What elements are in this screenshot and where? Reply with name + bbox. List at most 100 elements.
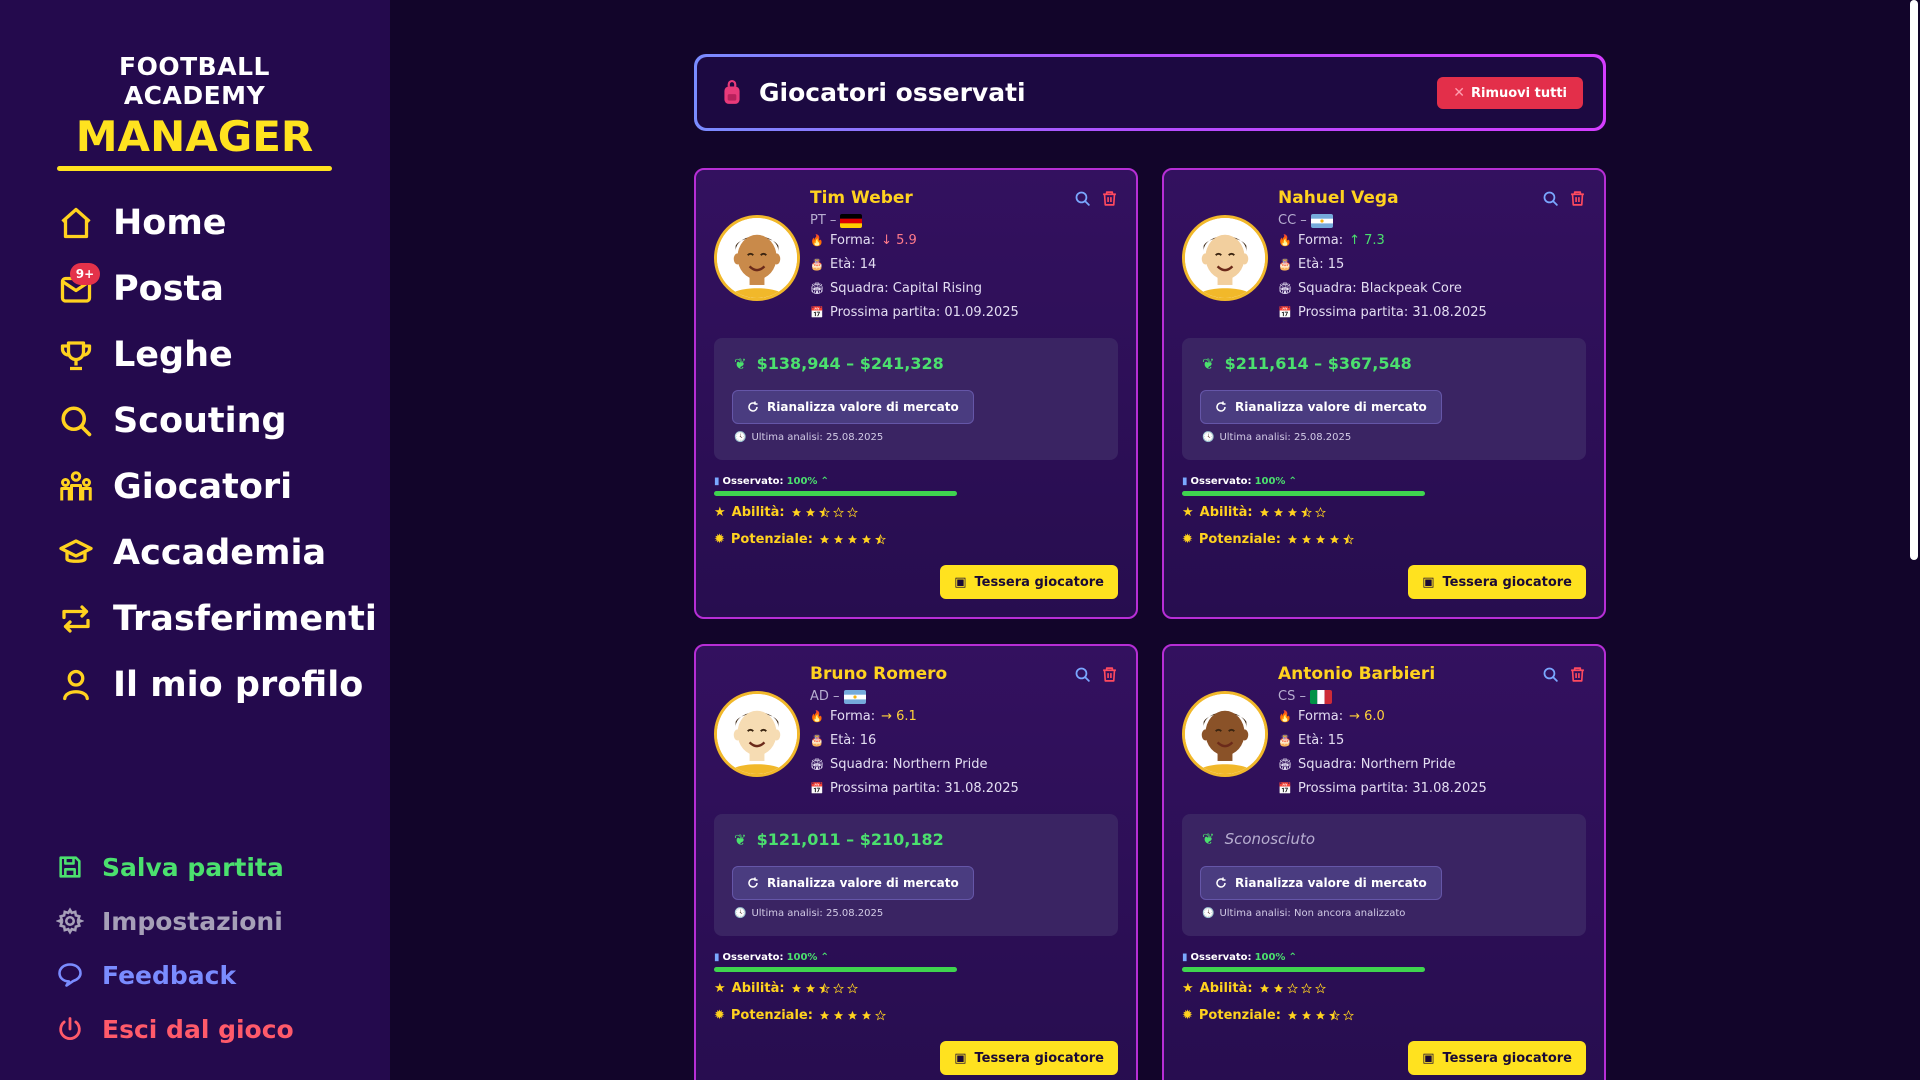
player-avatar (714, 691, 800, 777)
trash-icon[interactable] (1101, 666, 1118, 683)
next-match-text: Prossima partita: 31.08.2025 (1298, 781, 1487, 796)
potential-stars (1287, 534, 1354, 545)
reanalyze-button[interactable]: Rianalizza valore di mercato (732, 390, 974, 424)
settings-button[interactable]: Impostazioni (56, 894, 294, 948)
logo-underline (57, 166, 332, 171)
player-name[interactable]: Antonio Barbieri (1278, 664, 1435, 684)
stadium-icon: 🏟 (1278, 282, 1292, 295)
chevron-up-icon: ⌃ (1288, 476, 1297, 487)
feedback-button[interactable]: Feedback (56, 948, 294, 1002)
sparkle-icon: ✹ (1182, 1008, 1193, 1023)
sidebar-item-label: Giocatori (113, 467, 293, 507)
market-value-text: Sconosciuto (1224, 830, 1316, 848)
save-game-button[interactable]: Salva partita (56, 840, 294, 894)
potential-label: Potenziale: (730, 532, 813, 547)
power-icon (59, 1017, 81, 1040)
chart-icon: ▮ (1182, 952, 1188, 963)
player-card-button[interactable]: ▣ Tessera giocatore (940, 565, 1118, 599)
observed-text: Osservato: (1190, 476, 1252, 487)
sidebar-item-scouting[interactable]: Scouting (56, 388, 377, 454)
sidebar-item-home[interactable]: Home (56, 190, 377, 256)
star-icon: ★ (714, 981, 726, 996)
close-icon: ✕ (1453, 85, 1465, 101)
reanalyze-label: Rianalizza valore di mercato (1235, 876, 1427, 890)
scrollbar-thumb[interactable] (1910, 0, 1918, 560)
star-full-icon (791, 507, 801, 517)
nationality-flag (840, 213, 863, 228)
clock-icon: 🕓 (734, 908, 747, 919)
ability-label: Abilità: (731, 981, 785, 996)
observed-text: Osservato: (722, 952, 784, 963)
unread-badge: 9+ (70, 263, 100, 285)
stadium-icon: 🏟 (1278, 758, 1292, 771)
form-value: ↓ 5.9 (881, 233, 917, 248)
card-actions (1074, 666, 1118, 683)
potential-rating: ✹ Potenziale: (714, 532, 886, 547)
card-actions (1542, 666, 1586, 683)
star-full-icon (1287, 507, 1297, 517)
reanalyze-button[interactable]: Rianalizza valore di mercato (1200, 866, 1442, 900)
search-icon[interactable] (1074, 190, 1091, 207)
next-match-row: 📅 Prossima partita: 01.09.2025 (810, 305, 1019, 320)
search-icon[interactable] (1542, 666, 1559, 683)
star-full-icon (833, 534, 844, 544)
trash-icon[interactable] (1101, 190, 1118, 207)
quit-game-button[interactable]: Esci dal gioco (56, 1002, 294, 1056)
star-half-icon (818, 983, 830, 994)
chevron-up-icon: ⌃ (820, 476, 829, 487)
star-full-icon (1315, 1010, 1326, 1020)
star-full-icon (861, 1010, 872, 1020)
player-card-tim-weber: Tim Weber PT – 🔥 Forma: ↓ 5.9 🎂 Età: 14 … (694, 168, 1138, 619)
form-row: 🔥 Forma: → 6.0 (1278, 709, 1385, 724)
reanalyze-label: Rianalizza valore di mercato (767, 400, 959, 414)
trash-icon[interactable] (1569, 190, 1586, 207)
bottom-nav: Salva partita Impostazioni Feedback Esci… (56, 840, 294, 1056)
player-name[interactable]: Bruno Romero (810, 664, 947, 684)
sidebar-item-posta[interactable]: 9+ Posta (56, 256, 377, 322)
fire-icon: 🔥 (810, 234, 824, 247)
sidebar-item-label: Leghe (113, 335, 233, 375)
search-icon[interactable] (1074, 666, 1091, 683)
scrollbar[interactable] (1908, 0, 1920, 1080)
next-match-row: 📅 Prossima partita: 31.08.2025 (810, 781, 1019, 796)
market-value: ❦ $121,011 – $210,182 (734, 830, 944, 849)
star-full-icon (847, 1010, 858, 1020)
star-full-icon (1287, 1010, 1298, 1020)
refresh-icon (1216, 877, 1226, 888)
form-row: 🔥 Forma: ↓ 5.9 (810, 233, 917, 248)
reanalyze-button[interactable]: Rianalizza valore di mercato (732, 866, 974, 900)
star-empty-icon (846, 983, 858, 994)
cake-icon: 🎂 (1278, 258, 1292, 271)
sidebar-item-label: Accademia (113, 533, 327, 573)
reanalyze-button[interactable]: Rianalizza valore di mercato (1200, 390, 1442, 424)
player-card-button[interactable]: ▣ Tessera giocatore (940, 1041, 1118, 1075)
sidebar-item-giocatori[interactable]: Giocatori (56, 454, 377, 520)
trash-icon[interactable] (1569, 666, 1586, 683)
player-name[interactable]: Nahuel Vega (1278, 188, 1399, 208)
player-card-label: Tessera giocatore (1442, 574, 1572, 590)
form-label: Forma: (830, 233, 876, 248)
save-game-label: Salva partita (102, 852, 284, 882)
sidebar-item-trasferimenti[interactable]: Trasferimenti (56, 586, 377, 652)
sidebar-item-label: Posta (113, 269, 224, 309)
search-icon[interactable] (1542, 190, 1559, 207)
player-name[interactable]: Tim Weber (810, 188, 913, 208)
sidebar-item-leghe[interactable]: Leghe (56, 322, 377, 388)
form-label: Forma: (830, 709, 876, 724)
next-match-row: 📅 Prossima partita: 31.08.2025 (1278, 305, 1487, 320)
player-card-label: Tessera giocatore (974, 1050, 1104, 1066)
ability-stars (791, 507, 858, 518)
player-card-button[interactable]: ▣ Tessera giocatore (1408, 565, 1586, 599)
calendar-icon: 📅 (810, 306, 824, 319)
market-value-box: ❦ $211,614 – $367,548 Rianalizza valore … (1182, 338, 1586, 460)
next-match-row: 📅 Prossima partita: 31.08.2025 (1278, 781, 1487, 796)
sidebar-item-accademia[interactable]: Accademia (56, 520, 377, 586)
player-card-button[interactable]: ▣ Tessera giocatore (1408, 1041, 1586, 1075)
sidebar-item-profilo[interactable]: Il mio profilo (56, 652, 377, 718)
star-empty-icon (1314, 983, 1326, 994)
last-analysis: 🕓 Ultima analisi: 25.08.2025 (734, 908, 883, 919)
observed-percent: 100% (786, 476, 818, 487)
star-empty-icon (1314, 507, 1326, 518)
remove-all-button[interactable]: ✕ Rimuovi tutti (1437, 77, 1583, 109)
player-position: AD – (810, 689, 866, 704)
